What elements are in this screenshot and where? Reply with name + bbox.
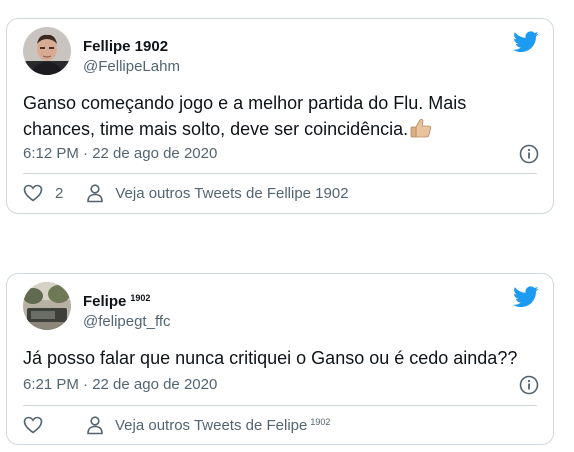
divider xyxy=(23,173,537,174)
avatar[interactable] xyxy=(23,27,71,75)
like-count[interactable]: 2 xyxy=(55,185,63,202)
user-handle[interactable]: @felipegt_ffc xyxy=(83,313,171,330)
avatar[interactable] xyxy=(23,282,71,330)
more-tweets-link[interactable]: Veja outros Tweets de Fellipe 1902 xyxy=(115,185,351,202)
twitter-logo-icon[interactable] xyxy=(513,31,539,53)
tweet-card[interactable]: Fellipe 1902 @FellipeLahm Ganso começand… xyxy=(6,18,554,214)
tweet-actions: Veja outros Tweets de Felipe 1902 xyxy=(23,413,537,437)
more-tweets-link[interactable]: Veja outros Tweets de Felipe 1902 xyxy=(115,417,330,434)
person-icon[interactable] xyxy=(85,183,105,203)
tweet-actions: 2 Veja outros Tweets de Fellipe 1902 xyxy=(23,181,537,205)
timestamp[interactable]: 6:12 PM · 22 de ago de 2020 xyxy=(23,145,217,162)
heart-icon[interactable] xyxy=(23,415,43,435)
timestamp[interactable]: 6:21 PM · 22 de ago de 2020 xyxy=(23,376,217,393)
divider xyxy=(23,405,537,406)
thumbs-up-icon xyxy=(410,118,432,138)
person-icon[interactable] xyxy=(85,415,105,435)
tweet-card[interactable]: Felipe 1902 @felipegt_ffc Já posso falar … xyxy=(6,273,554,445)
twitter-logo-icon[interactable] xyxy=(513,286,539,308)
tweet-text: Ganso começando jogo e a melhor partida … xyxy=(23,93,467,139)
tweet-text: Já posso falar que nunca critiquei o Gan… xyxy=(23,348,518,368)
display-name[interactable]: Felipe 1902 xyxy=(83,293,150,310)
user-handle[interactable]: @FellipeLahm xyxy=(83,58,180,75)
display-name[interactable]: Fellipe 1902 xyxy=(83,38,172,55)
info-icon[interactable] xyxy=(519,375,539,395)
heart-icon[interactable] xyxy=(23,183,43,203)
info-icon[interactable] xyxy=(519,144,539,164)
